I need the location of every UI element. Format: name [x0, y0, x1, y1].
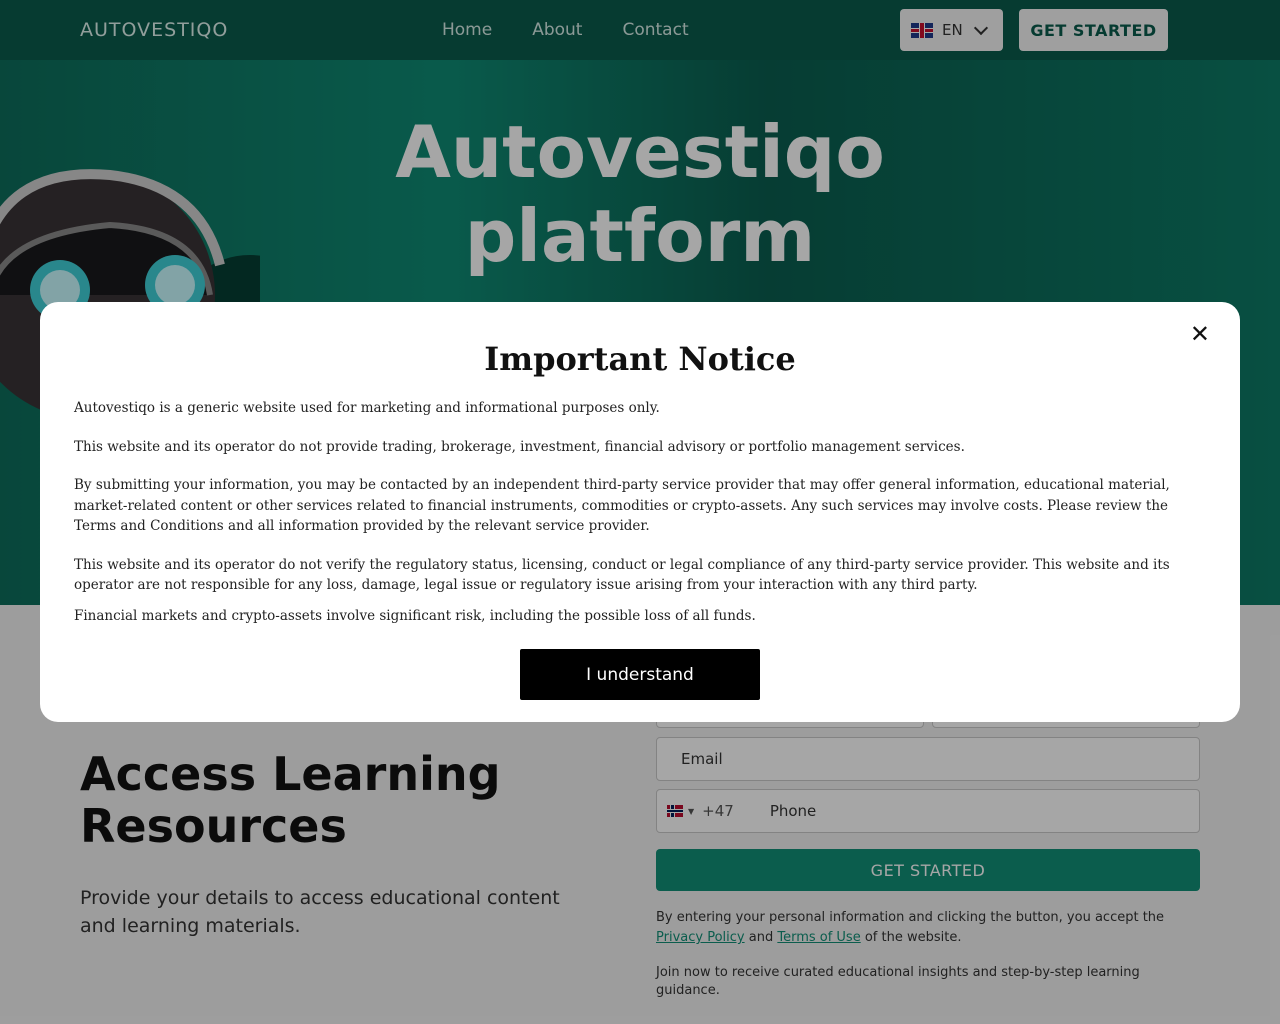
notice-paragraph-4: This website and its operator do not ver… [74, 556, 1170, 594]
notice-paragraph-2: This website and its operator do not pro… [74, 438, 965, 455]
notice-paragraph-3: By submitting your information, you may … [74, 477, 1170, 534]
modal-title: Important Notice [484, 340, 796, 378]
close-icon[interactable]: ✕ [1190, 320, 1210, 348]
i-understand-button[interactable]: I understand [520, 649, 760, 700]
notice-paragraph-1: Autovestiqo is a generic website used fo… [74, 400, 660, 416]
notice-paragraph-5: Financial markets and crypto-assets invo… [74, 607, 756, 624]
important-notice-modal: ✕ Important Notice Autovestiqo is a gene… [40, 302, 1240, 722]
